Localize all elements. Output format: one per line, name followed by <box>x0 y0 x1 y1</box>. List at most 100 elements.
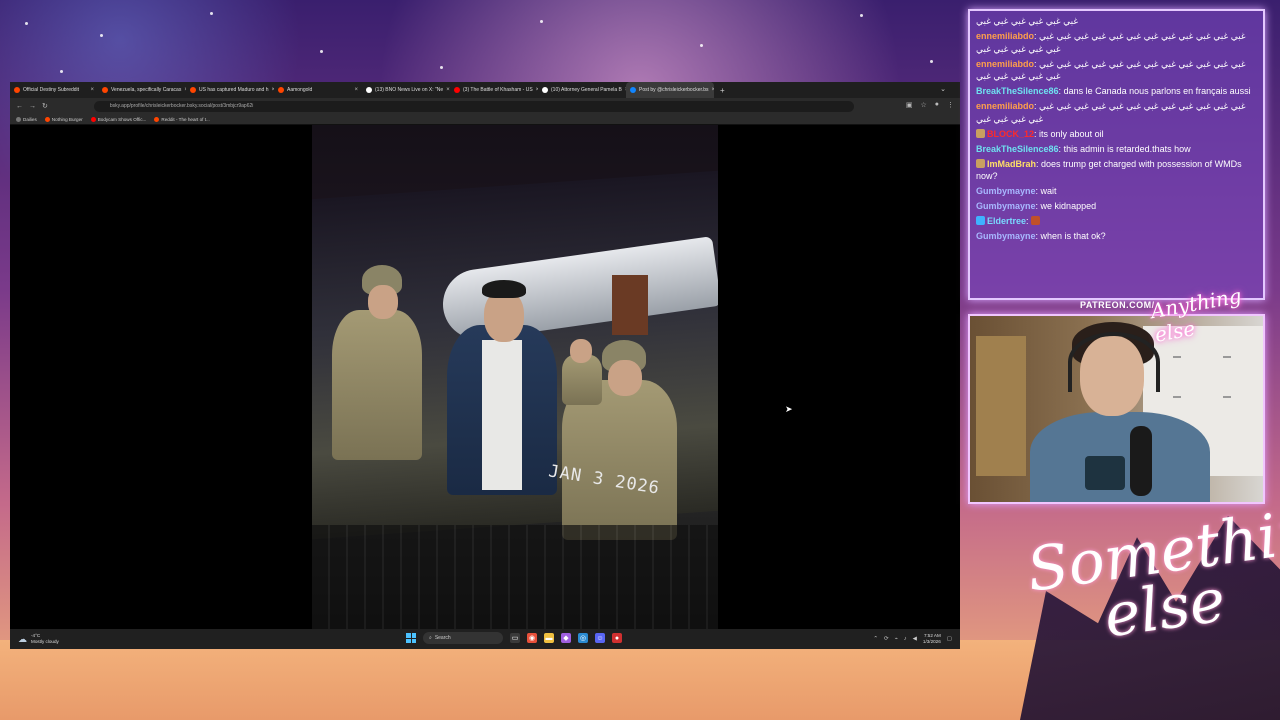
tab-close-icon[interactable]: × <box>354 87 358 93</box>
bookmark-star-icon[interactable]: ☆ <box>920 101 926 109</box>
browser-tab[interactable]: Post by @chrisleickerbocker.bs × <box>626 82 714 98</box>
chat-text: غبي غبي غبي غبي غبي غبي <box>976 16 1079 26</box>
bookmark-favicon-icon <box>154 116 160 122</box>
chat-username[interactable]: ennemiliabdo <box>976 31 1034 41</box>
screen-capture: Official Destiny Subreddit × Venezuela, sp… <box>10 82 960 649</box>
chat-username[interactable]: ImMadBrah <box>987 159 1036 169</box>
bookmark-item[interactable]: Nothing Burger <box>44 116 83 122</box>
chevron-up-icon[interactable]: ⌃ <box>873 636 878 642</box>
search-icon: ⌕ <box>429 635 432 641</box>
chat-text: we kidnapped <box>1040 201 1097 211</box>
chat-message: BreakTheSilence86: dans le Canada nous p… <box>976 85 1257 98</box>
chat-username[interactable]: BLOCK_12 <box>987 129 1034 139</box>
address-bar[interactable]: bsky.app/profile/chrisleickerbocker.bsky… <box>93 100 854 112</box>
browser-tab[interactable]: (3) The Battle of Khasham - US × <box>450 82 538 98</box>
chat-text: its only about oil <box>1039 128 1104 139</box>
network-icon[interactable]: ⌁ <box>895 636 898 642</box>
bookmark-label: Nothing Burger <box>51 116 83 122</box>
chat-message: Gumbymayne: we kidnapped <box>976 200 1257 213</box>
new-tab-icon[interactable]: + <box>714 86 731 95</box>
taskbar-search[interactable]: ⌕ Search <box>423 632 503 644</box>
chat-username[interactable]: Gumbymayne <box>976 201 1036 211</box>
tab-title: Official Destiny Subreddit <box>23 87 80 93</box>
chat-badge-icon <box>976 158 985 168</box>
reload-icon[interactable]: ↻ <box>42 102 48 110</box>
chat-message: غبي غبي غبي غبي غبي غبي <box>976 15 1257 28</box>
app-icon-purple[interactable]: ◆ <box>561 633 571 643</box>
chat-message: Gumbymayne: wait <box>976 185 1257 198</box>
tab-list-chevron-icon[interactable]: ⌄ <box>940 85 946 93</box>
browser-tab[interactable]: Official Destiny Subreddit × <box>10 82 98 98</box>
tab-favicon-icon <box>278 87 284 93</box>
webcam-feed <box>968 314 1265 504</box>
browser-tab[interactable]: US has captured Maduro and h × <box>186 82 274 98</box>
sync-icon[interactable]: ⟳ <box>884 636 889 642</box>
obs-icon[interactable]: ● <box>612 633 622 643</box>
microphone <box>1130 426 1152 496</box>
chat-username[interactable]: BreakTheSilence86 <box>976 86 1059 96</box>
profile-icon[interactable]: ● <box>935 101 939 109</box>
extensions-icon[interactable]: ▣ <box>906 101 913 109</box>
clock[interactable]: 7:52 AM 1/3/2026 <box>923 633 941 645</box>
chat-text: wait <box>1040 186 1057 196</box>
chat-username[interactable]: Eldertree <box>987 216 1026 226</box>
tab-title: Aamongold <box>287 87 313 93</box>
chat-badge-icon <box>976 128 985 138</box>
tab-close-icon[interactable]: × <box>90 87 94 93</box>
task-view-icon[interactable]: ▭ <box>510 633 520 643</box>
system-tray: ⌃ ⟳ ⌁ ♪ ◀ 7:52 AM 1/3/2026 ▢ <box>873 633 952 645</box>
mic-icon[interactable]: ♪ <box>904 636 907 642</box>
bookmark-label: Bodycam Shows Offic... <box>97 116 147 122</box>
browser-nav-bar: ← → ↻ bsky.app/profile/chrisleickerbocke… <box>10 98 960 114</box>
bookmark-favicon-icon <box>16 116 21 122</box>
steam-icon[interactable]: ◎ <box>578 633 588 643</box>
menu-icon[interactable]: ⋮ <box>947 101 954 109</box>
bookmark-item[interactable]: Reddit - The heart of t... <box>154 116 210 122</box>
page-viewport: JAN 3 2026 ➤ <box>10 125 960 629</box>
chat-text: when is that ok? <box>1040 231 1106 241</box>
discord-icon[interactable]: ☺ <box>595 633 605 643</box>
windows-start-icon[interactable] <box>406 633 416 643</box>
chat-message: ImMadBrah: does trump get charged with p… <box>976 158 1257 183</box>
browser-tab[interactable]: Aamongold × <box>274 82 362 98</box>
bookmark-item[interactable]: Bodycam Shows Offic... <box>90 116 147 122</box>
cloud-icon: ☁ <box>18 633 27 644</box>
tab-title: (13) BNO News Live on X: "Ne <box>375 87 444 93</box>
browser-tab-bar: Official Destiny Subreddit × Venezuela, sp… <box>10 82 960 98</box>
chat-username[interactable]: Gumbymayne <box>976 186 1036 196</box>
volume-icon[interactable]: ◀ <box>913 636 917 642</box>
post-image[interactable]: JAN 3 2026 <box>312 125 718 629</box>
clock-date: 1/3/2026 <box>922 639 941 644</box>
chat-message: Eldertree: <box>976 215 1257 228</box>
chat-username[interactable]: BreakTheSilence86 <box>976 144 1059 154</box>
back-icon[interactable]: ← <box>16 103 23 110</box>
tab-favicon-icon <box>366 87 372 93</box>
browser-tab[interactable]: Venezuela, specifically Caracas× <box>98 82 186 98</box>
chat-text: dans le Canada nous parlons en français … <box>1063 86 1251 96</box>
tab-title: (10) Attorney General Pamela B <box>551 87 622 93</box>
mouse-cursor-icon: ➤ <box>785 404 793 414</box>
tab-title: (3) The Battle of Khasham - US <box>463 87 533 93</box>
browser-tab[interactable]: (13) BNO News Live on X: "Ne × <box>362 82 450 98</box>
chat-message: ennemiliabdo: غبي غبي غبي غبي غبي غبي غب… <box>976 58 1257 83</box>
cam-shelf <box>976 336 1026 476</box>
chat-username[interactable]: ennemiliabdo <box>976 59 1034 69</box>
shirt-logo <box>1085 456 1125 490</box>
windows-taskbar: ☁ -4°C Mostly cloudy ⌕ Search ▭ ◉ ▬ ◆ ◎ … <box>10 629 960 649</box>
chat-username[interactable]: ennemiliabdo <box>976 101 1034 111</box>
forward-icon[interactable]: → <box>29 103 36 110</box>
chat-panel: غبي غبي غبي غبي غبي غبي ennemiliabdo: غبي… <box>968 9 1265 300</box>
chat-message: ennemiliabdo: غبي غبي غبي غبي غبي غبي غب… <box>976 30 1257 55</box>
notification-icon[interactable]: ▢ <box>947 636 952 642</box>
file-explorer-icon[interactable]: ▬ <box>544 633 554 643</box>
tab-favicon-icon <box>630 87 636 93</box>
laptop-keyboard <box>312 525 718 629</box>
weather-widget[interactable]: ☁ -4°C Mostly cloudy <box>18 633 59 645</box>
chat-message: BLOCK_12: its only about oil <box>976 128 1257 141</box>
patreon-label: PATREON.COM/ <box>1080 300 1155 310</box>
browser-tab[interactable]: (10) Attorney General Pamela B× <box>538 82 626 98</box>
bookmark-item[interactable]: Dailies <box>16 116 37 122</box>
bookmarks-bar: Dailies Nothing Burger Bodycam Shows Offic… <box>10 114 960 125</box>
browser-app-icon[interactable]: ◉ <box>527 633 537 643</box>
chat-username[interactable]: Gumbymayne <box>976 231 1036 241</box>
